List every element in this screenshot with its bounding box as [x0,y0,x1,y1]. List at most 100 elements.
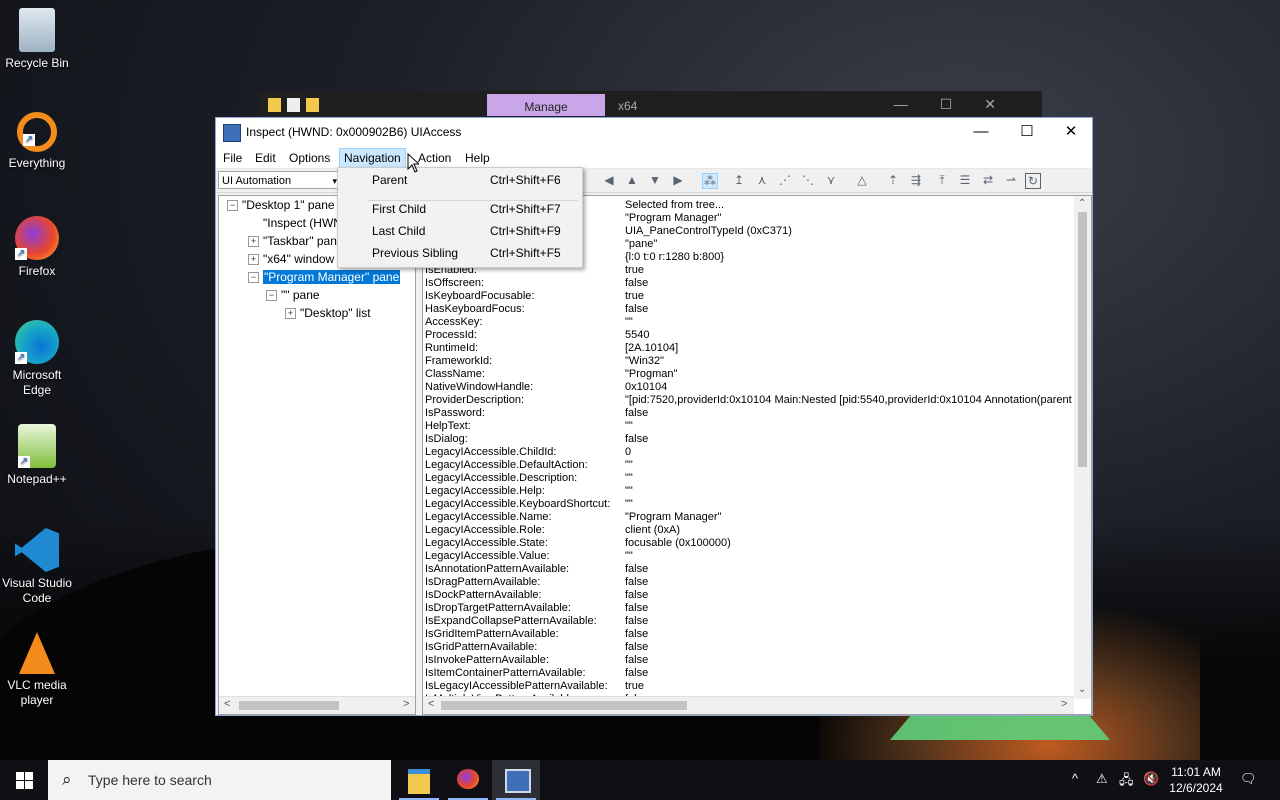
collapse-icon[interactable]: ⤒ [935,173,949,187]
expand-icon[interactable]: ⇶ [909,173,923,187]
close-button[interactable]: ✕ [1048,118,1094,146]
notifications-icon[interactable]: 🗨 [1240,771,1257,787]
desktop-icon-notepadpp[interactable]: ↗ Notepad++ [0,424,74,487]
title-bar[interactable]: Inspect (HWND: 0x000902B6) UIAccess — ☐ … [216,118,1092,146]
scrollbar-thumb[interactable] [239,701,339,710]
manage-tab[interactable]: Manage [487,94,605,116]
desktop-icon-label: VLC media player [7,678,67,707]
expand-icon[interactable]: + [248,254,259,265]
navigate-previous-sibling-icon[interactable]: ⋱ [801,173,815,187]
menu-item-parent[interactable]: Parent Ctrl+Shift+F6 [338,170,582,190]
scroll-left-icon[interactable]: < [428,698,434,710]
expand-icon[interactable]: + [248,236,259,247]
desktop-icon-everything[interactable]: ↗ Everything [0,112,74,171]
property-value: false [625,303,649,315]
property-value: "Program Manager" [625,212,722,224]
navigate-first-child-icon[interactable]: ⋏ [755,173,769,187]
taskbar-firefox[interactable] [444,760,492,800]
property-name: HasKeyboardFocus: [425,303,525,315]
network-warning-icon[interactable]: ⚠ [1096,771,1108,787]
property-name: IsLegacyIAccessiblePatternAvailable: [425,680,608,692]
menu-edit[interactable]: Edit [251,149,280,167]
property-value: [2A.10104] [625,342,679,354]
menu-item-first-child[interactable]: First Child Ctrl+Shift+F7 [338,199,582,219]
show-hidden-icons-chevron-icon[interactable]: ^ [1072,771,1078,786]
property-name: ProcessId: [425,329,477,341]
collapse-icon[interactable]: − [227,200,238,211]
collapse-icon[interactable]: − [248,272,259,283]
mode-select[interactable]: UI Automation ▾ [218,171,340,189]
tree-node[interactable]: "Inspect (HWN [263,215,342,231]
file-explorer-icon [408,769,430,794]
tree-node[interactable]: − "" pane [266,287,320,303]
taskbar-inspect[interactable] [492,760,540,800]
property-value: focusable (0x100000) [625,537,731,549]
properties-vertical-scrollbar[interactable]: ⌃ ⌄ [1074,196,1091,699]
property-name: LegacyIAccessible.KeyboardShortcut: [425,498,611,510]
scroll-right-icon[interactable]: > [1061,698,1067,710]
property-value: false [625,667,649,679]
desktop-icon-edge[interactable]: ↗ Microsoft Edge [0,320,74,398]
menu-navigation[interactable]: Navigation [339,148,406,168]
scrollbar-thumb[interactable] [441,701,687,710]
menu-item-label: Parent [372,173,408,187]
forward-arrow-icon[interactable]: ▶ [671,173,685,187]
tree-node-label: "Inspect (HWN [263,216,342,230]
taskbar-clock[interactable]: 11:01 AM 12/6/2024 [1164,764,1228,796]
taskbar-file-explorer[interactable] [395,760,443,800]
collapse-icon[interactable]: − [266,290,277,301]
property-value: "" [625,485,633,497]
desktop-icon-vlc[interactable]: VLC media player [0,632,74,708]
scrollbar-thumb[interactable] [1078,212,1087,467]
tree-horizontal-scrollbar[interactable]: < > [219,696,415,714]
menu-help[interactable]: Help [461,149,494,167]
clock-date: 12/6/2024 [1169,781,1223,795]
maximize-button[interactable]: ☐ [1004,118,1050,146]
property-value: "pane" [625,238,658,250]
start-button[interactable] [0,760,48,800]
desktop-icon-firefox[interactable]: ↗ Firefox [0,216,74,279]
sync-icon[interactable]: ⇄ [981,173,995,187]
tree-icon[interactable]: ☰ [958,173,972,187]
minimize-button[interactable]: — [958,118,1004,146]
back-arrow-icon[interactable]: ◀ [602,173,616,187]
network-icon[interactable]: 🖧 [1119,771,1134,793]
scroll-down-icon[interactable]: ⌄ [1078,684,1086,695]
desktop-icon-vscode[interactable]: Visual Studio Code [0,528,74,606]
tree-node[interactable]: + "Desktop" list [285,305,371,321]
element-tree[interactable]: − "Desktop 1" pane "Inspect (HWN + "Taskba… [218,195,416,715]
explorer-window-controls[interactable]: —☐✕ [894,96,1028,113]
watch-focus-icon[interactable]: ⁂ [702,173,718,189]
up-arrow-icon[interactable]: ▲ [625,173,639,187]
tree-node-selected[interactable]: − "Program Manager" pane [248,269,402,285]
menu-item-previous-sibling[interactable]: Previous Sibling Ctrl+Shift+F5 [338,243,582,263]
menu-options[interactable]: Options [285,149,334,167]
menu-file[interactable]: File [219,149,246,167]
menu-item-last-child[interactable]: Last Child Ctrl+Shift+F9 [338,221,582,241]
desktop-icon-recycle-bin[interactable]: Recycle Bin [0,8,74,71]
property-name: HelpText: [425,420,471,432]
refresh-icon[interactable]: ↻ [1025,173,1041,189]
scroll-right-icon[interactable]: > [403,698,409,710]
properties-horizontal-scrollbar[interactable]: < > [423,696,1074,714]
property-name: IsDropTargetPatternAvailable: [425,602,571,614]
show-focus-icon[interactable]: ⇡ [886,173,900,187]
navigate-parent-icon[interactable]: ↥ [732,173,746,187]
tree-node[interactable]: + "Taskbar" pane [248,233,344,249]
navigate-next-sibling-icon[interactable]: ⋰ [778,173,792,187]
scroll-left-icon[interactable]: < [224,698,230,710]
taskbar-search[interactable]: ⌕ Type here to search [48,760,391,800]
scroll-up-icon[interactable]: ⌃ [1078,198,1086,209]
down-arrow-icon[interactable]: ▼ [648,173,662,187]
property-value: true [625,290,644,302]
highlight-icon[interactable]: △ [855,173,869,187]
volume-muted-icon[interactable]: 🔇 [1143,771,1159,787]
navigation-menu: Parent Ctrl+Shift+F6 First Child Ctrl+Sh… [337,167,583,268]
navigate-last-child-icon[interactable]: ⋎ [824,173,838,187]
expand-icon[interactable]: + [285,308,296,319]
redirect-icon[interactable]: ⇀ [1004,173,1018,187]
menu-action[interactable]: Action [414,149,455,167]
tree-node[interactable]: + "x64" window [248,251,334,267]
properties-pane[interactable]: Selected from tree... "Program Manager" UI… [422,195,1092,715]
tree-node[interactable]: − "Desktop 1" pane [227,197,335,213]
